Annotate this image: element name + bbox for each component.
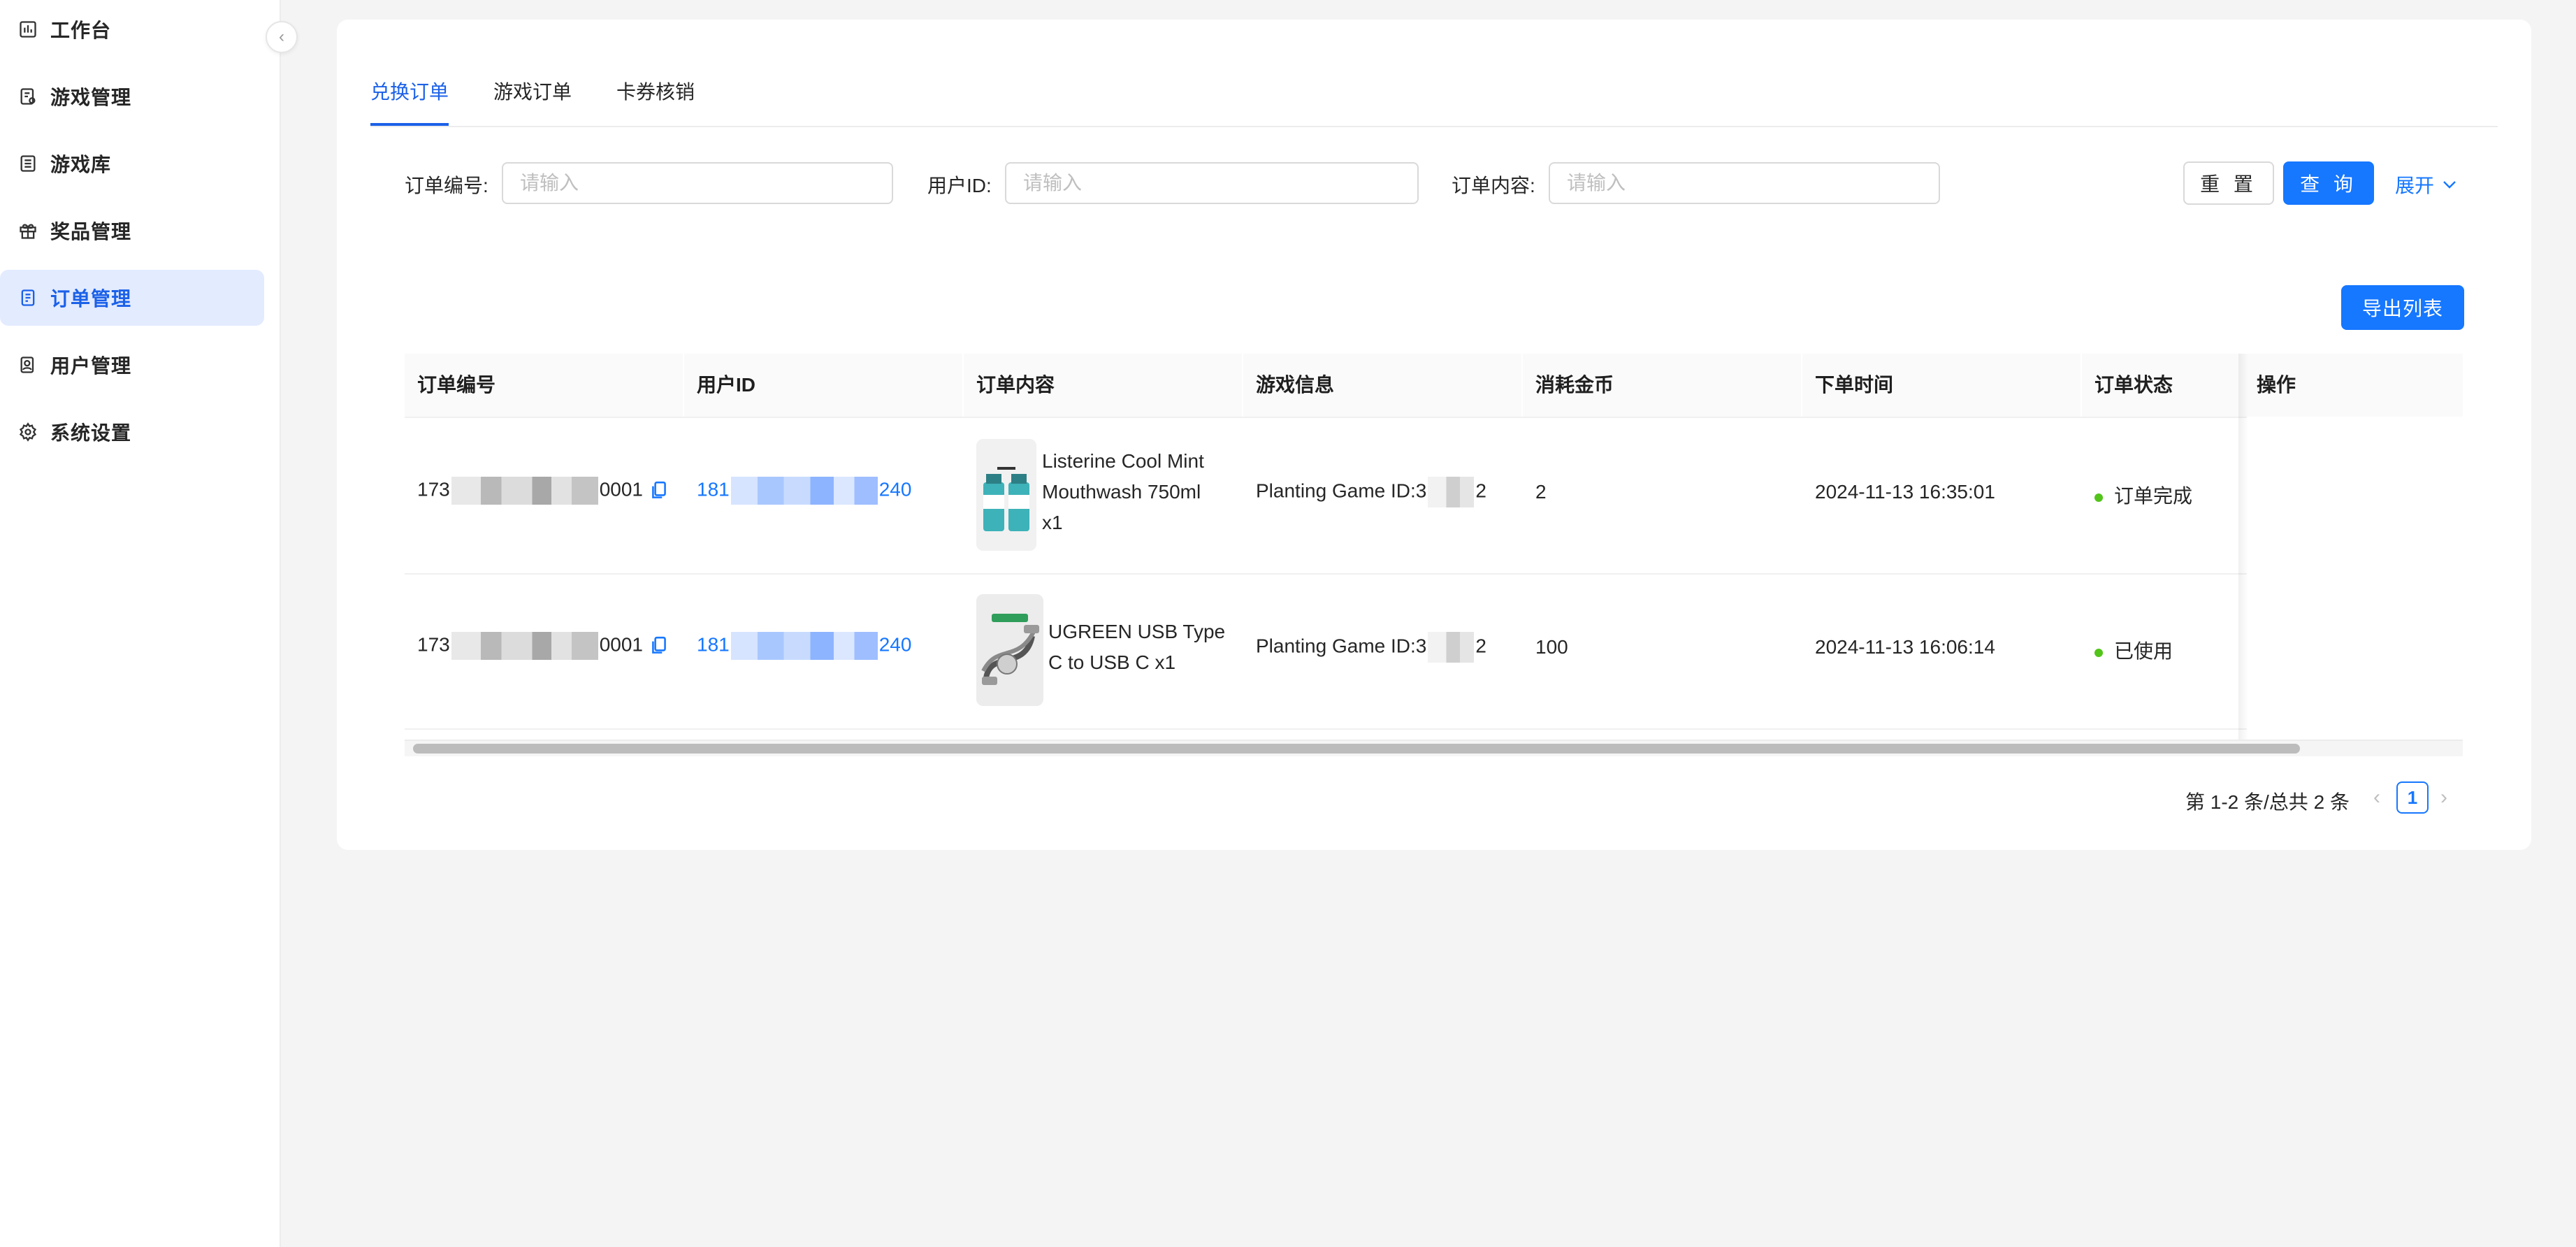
status-cell: 订单完成 (2082, 481, 2247, 509)
column-header-actions: 操作 (2257, 374, 2296, 396)
order-content-input[interactable] (1549, 162, 1940, 204)
tab-game-orders[interactable]: 游戏订单 (493, 77, 572, 126)
mouthwash-image (976, 439, 1036, 551)
sidebar-item-dashboard[interactable]: 工作台 (0, 1, 264, 57)
sidebar-item-user-manage[interactable]: 用户管理 (0, 337, 264, 393)
sidebar-item-game-manage[interactable]: 游戏管理 (0, 69, 264, 124)
sidebar-collapse-button[interactable]: ‹ (266, 21, 298, 53)
order-no-input[interactable] (502, 162, 893, 204)
gift-icon (18, 221, 38, 240)
query-button[interactable]: 查 询 (2283, 161, 2374, 205)
game-info-cell: Planting Game ID:3 2 (1243, 477, 1486, 507)
tab-coupon-verify[interactable]: 卡券核销 (616, 77, 695, 126)
column-header-coins: 消耗金币 (1535, 374, 1614, 396)
usb-cable-image (976, 594, 1043, 706)
content-card: 兑换订单 游戏订单 卡券核销 订单编号: 用户ID: 订单内容: 重 置 查 询… (337, 20, 2531, 850)
status-badge: 订单完成 (2114, 485, 2193, 507)
user-id-input[interactable] (1005, 162, 1419, 204)
order-time-cell: 2024-11-13 16:06:14 (1815, 636, 1995, 658)
status-dot (2094, 648, 2103, 657)
sidebar-item-label: 游戏库 (50, 154, 112, 175)
gear-icon (18, 422, 38, 442)
sidebar-item-label: 用户管理 (50, 355, 132, 377)
sidebar-item-label: 游戏管理 (50, 87, 132, 108)
product-thumbnail (976, 594, 1043, 706)
chevron-left-icon: ‹ (279, 27, 284, 46)
export-list-button[interactable]: 导出列表 (2341, 285, 2464, 330)
sidebar-item-label: 系统设置 (50, 422, 132, 444)
tab-exchange-orders[interactable]: 兑换订单 (370, 77, 449, 126)
sidebar-item-game-library[interactable]: 游戏库 (0, 136, 264, 192)
actions-column (2247, 417, 2463, 740)
column-header-user-id: 用户ID (697, 374, 756, 396)
tab-bar: 兑换订单 游戏订单 卡券核销 (370, 56, 2498, 127)
game-info-cell: Planting Game ID:3 2 (1243, 632, 1486, 663)
orders-table: 订单编号 用户ID 订单内容 游戏信息 消耗金币 下单时间 订单状态 操作 17… (405, 354, 2463, 767)
fixed-column-shadow (2238, 354, 2248, 740)
sidebar-item-prize-manage[interactable]: 奖品管理 (0, 203, 264, 259)
goods-name: Listerine Cool Mint Mouthwash 750ml x1 (1042, 450, 1204, 533)
chevron-down-icon (2443, 181, 2456, 189)
sidebar-item-label: 订单管理 (50, 288, 132, 310)
order-no-cell: 173 0001 (405, 632, 668, 660)
expand-filters-button[interactable]: 展开 (2395, 171, 2458, 199)
order-icon (18, 288, 38, 308)
expand-label: 展开 (2395, 175, 2435, 196)
user-icon (18, 355, 38, 375)
horizontal-scrollbar-thumb[interactable] (413, 744, 2300, 754)
column-header-status: 订单状态 (2094, 374, 2173, 396)
order-no-label: 订单编号: (405, 175, 489, 196)
sidebar-item-label: 奖品管理 (50, 221, 132, 243)
user-id-label: 用户ID: (927, 175, 992, 196)
column-header-order-time: 下单时间 (1815, 374, 1894, 396)
sidebar-item-label: 工作台 (50, 20, 112, 41)
page-1-button[interactable]: 1 (2396, 781, 2429, 814)
table-row: 173 0001 181 240 UGREEN USB Type C to USB (405, 573, 2463, 730)
sidebar-item-order-manage[interactable]: 订单管理 (0, 270, 264, 326)
user-id-link[interactable]: 181 240 (684, 632, 911, 660)
product-thumbnail (976, 439, 1036, 551)
coins-cell: 100 (1535, 636, 1568, 658)
sidebar-item-system-settings[interactable]: 系统设置 (0, 404, 264, 460)
order-time-cell: 2024-11-13 16:35:01 (1815, 481, 1995, 503)
library-icon (18, 154, 38, 173)
status-cell: 已使用 (2082, 636, 2247, 664)
copy-icon[interactable] (650, 480, 668, 501)
user-id-link[interactable]: 181 240 (684, 477, 911, 505)
status-badge: 已使用 (2114, 640, 2173, 662)
order-content-label: 订单内容: (1452, 175, 1535, 196)
game-manage-icon (18, 87, 38, 106)
reset-button[interactable]: 重 置 (2183, 161, 2274, 205)
dashboard-icon (18, 20, 38, 39)
table-header: 订单编号 用户ID 订单内容 游戏信息 消耗金币 下单时间 订单状态 操作 (405, 354, 2463, 418)
next-page-button[interactable]: › (2440, 786, 2447, 809)
sidebar: 工作台 游戏管理 游戏库 奖品管理 订单管理 用户管理 系统设置 (0, 0, 281, 1247)
pagination-total: 第 1-2 条/总共 2 条 (2185, 791, 2350, 813)
copy-icon[interactable] (650, 635, 668, 656)
coins-cell: 2 (1535, 481, 1547, 503)
column-header-game-info: 游戏信息 (1256, 374, 1335, 396)
prev-page-button[interactable]: ‹ (2373, 786, 2380, 809)
order-no-cell: 173 0001 (405, 477, 668, 505)
goods-name: UGREEN USB Type C to USB C x1 (1048, 621, 1226, 673)
column-header-order-no: 订单编号 (417, 374, 496, 396)
status-dot (2094, 493, 2103, 502)
column-header-content: 订单内容 (976, 374, 1055, 396)
table-row: 173 0001 181 240 Listerine Cool Mint Mou… (405, 418, 2463, 575)
